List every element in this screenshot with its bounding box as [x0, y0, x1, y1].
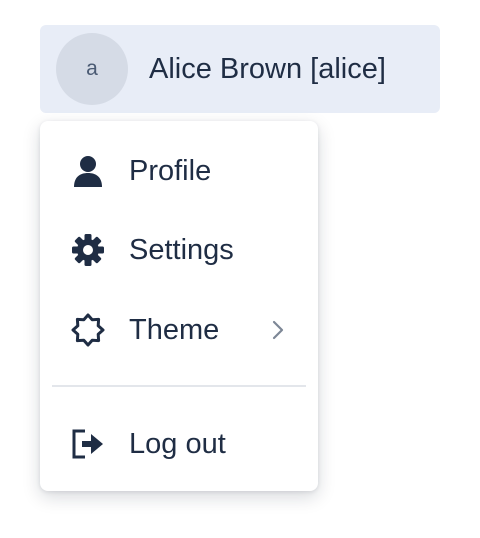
avatar: a	[56, 33, 128, 105]
user-menu-button[interactable]: a Alice Brown [alice]	[40, 25, 440, 113]
logout-icon	[70, 426, 106, 462]
user-dropdown-menu: Profile Settings Theme Log out	[40, 121, 318, 491]
menu-divider	[52, 385, 306, 387]
menu-item-logout[interactable]: Log out	[40, 412, 318, 476]
menu-item-profile[interactable]: Profile	[40, 139, 318, 203]
user-icon	[70, 153, 106, 189]
menu-item-label: Log out	[129, 427, 226, 460]
menu-item-label: Theme	[129, 313, 220, 346]
theme-sun-icon	[70, 312, 106, 348]
menu-item-settings[interactable]: Settings	[40, 218, 318, 282]
menu-item-label: Profile	[129, 154, 212, 187]
menu-item-theme[interactable]: Theme	[40, 298, 318, 362]
menu-item-label: Settings	[129, 233, 234, 266]
gear-icon	[70, 232, 106, 268]
user-display-name: Alice Brown [alice]	[149, 52, 386, 85]
chevron-right-icon	[266, 318, 290, 342]
